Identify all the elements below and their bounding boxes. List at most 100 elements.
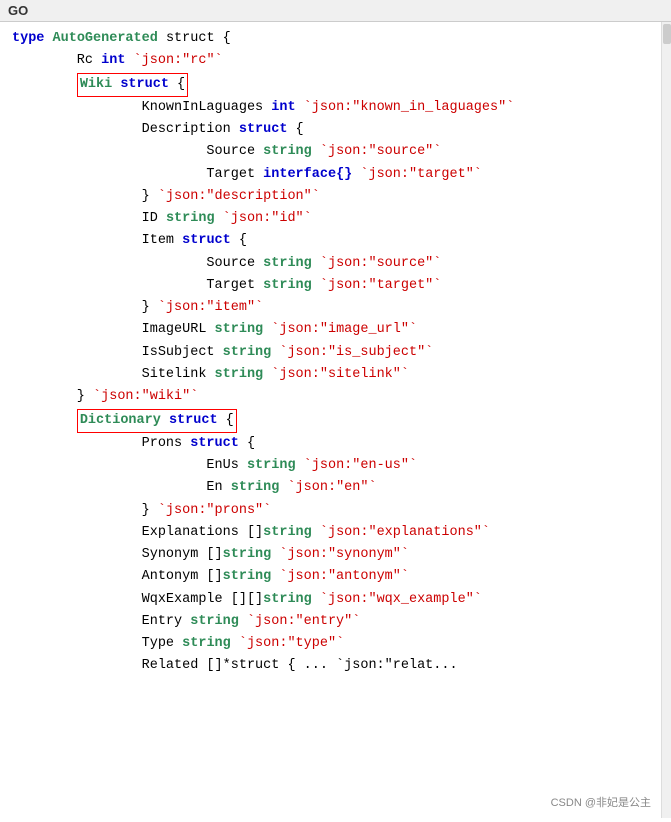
token-json-tag: `json:"id"` bbox=[215, 211, 312, 226]
token-kw: struct bbox=[182, 233, 231, 248]
code-line: Prons struct { bbox=[12, 433, 653, 455]
scrollbar-thumb[interactable] bbox=[663, 24, 671, 44]
token-json-tag: `json:"target"` bbox=[312, 278, 442, 293]
token-field: Type bbox=[12, 636, 182, 651]
token-json-tag: `json:"type"` bbox=[231, 636, 344, 651]
token-field: Explanations [] bbox=[12, 525, 263, 540]
code-line: Rc int `json:"rc"` bbox=[12, 50, 653, 72]
token-field: Entry bbox=[12, 614, 190, 629]
token-json-tag: `json:"en"` bbox=[279, 480, 376, 495]
token-str-type: string bbox=[263, 278, 312, 293]
code-line: ID string `json:"id"` bbox=[12, 208, 653, 230]
token-str-type: string bbox=[215, 367, 264, 382]
token-json-tag: `json:"wqx_example"` bbox=[312, 592, 482, 607]
token-str-type: string bbox=[231, 480, 280, 495]
token-json-tag: `json:"synonym"` bbox=[271, 547, 409, 562]
token-field: { bbox=[231, 233, 247, 248]
token-str-type: string bbox=[223, 345, 272, 360]
code-line: Synonym []string `json:"synonym"` bbox=[12, 544, 653, 566]
token-json-tag: `json:"en-us"` bbox=[296, 458, 418, 473]
code-line: Entry string `json:"entry"` bbox=[12, 611, 653, 633]
token-field: ImageURL bbox=[12, 322, 215, 337]
token-field: ID bbox=[12, 211, 166, 226]
close-brace: } bbox=[12, 189, 158, 204]
token-field: Related []*struct { ... `json:"relat... bbox=[12, 658, 458, 673]
token-str-type: string bbox=[263, 144, 312, 159]
token-field: Sitelink bbox=[12, 367, 215, 382]
token-field: Prons bbox=[12, 436, 190, 451]
code-line: En string `json:"en"` bbox=[12, 477, 653, 499]
close-brace: } bbox=[12, 503, 158, 518]
token-field: { bbox=[287, 122, 303, 137]
token-json-tag: `json:"entry"` bbox=[239, 614, 361, 629]
token-field: IsSubject bbox=[12, 345, 223, 360]
code-line: Source string `json:"source"` bbox=[12, 141, 653, 163]
token-field: Rc bbox=[12, 53, 101, 68]
token-field: EnUs bbox=[12, 458, 247, 473]
token-field: Target bbox=[12, 167, 263, 182]
code-line: } `json:"wiki"` bbox=[12, 386, 653, 408]
token-str-type: string bbox=[223, 569, 272, 584]
token-str-type: string bbox=[263, 256, 312, 271]
token-str-type: string bbox=[166, 211, 215, 226]
token-json-tag: `json:"source"` bbox=[312, 256, 442, 271]
json-tag: `json:"prons"` bbox=[158, 503, 271, 518]
code-line: Explanations []string `json:"explanation… bbox=[12, 522, 653, 544]
token-json-tag: `json:"sitelink"` bbox=[263, 367, 409, 382]
token-field: KnownInLaguages bbox=[12, 100, 271, 115]
code-line: } `json:"prons"` bbox=[12, 500, 653, 522]
token-str-type: string bbox=[223, 547, 272, 562]
token-json-tag: `json:"known_in_laguages"` bbox=[296, 100, 515, 115]
token-field bbox=[12, 413, 77, 428]
highlighted-struct: Wiki struct { bbox=[77, 73, 188, 97]
scrollbar[interactable] bbox=[661, 22, 671, 818]
token-field: Target bbox=[12, 278, 263, 293]
json-tag: `json:"description"` bbox=[158, 189, 320, 204]
token-field: Synonym [] bbox=[12, 547, 223, 562]
token-str-type: string bbox=[263, 525, 312, 540]
struct-keyword: struct bbox=[169, 413, 218, 428]
struct-name: Wiki bbox=[80, 77, 121, 92]
code-line: EnUs string `json:"en-us"` bbox=[12, 455, 653, 477]
token-kw: int bbox=[101, 53, 125, 68]
token-field: WqxExample [][] bbox=[12, 592, 263, 607]
token-field: Item bbox=[12, 233, 182, 248]
token-json-tag: `json:"image_url"` bbox=[263, 322, 417, 337]
token-json-tag: `json:"is_subject"` bbox=[271, 345, 433, 360]
code-line: KnownInLaguages int `json:"known_in_lagu… bbox=[12, 97, 653, 119]
struct-name: Dictionary bbox=[80, 413, 169, 428]
code-line: } `json:"description"` bbox=[12, 186, 653, 208]
token-json-tag: `json:"antonym"` bbox=[271, 569, 409, 584]
code-line: WqxExample [][]string `json:"wqx_example… bbox=[12, 589, 653, 611]
struct-keyword: struct bbox=[120, 77, 169, 92]
code-line: Item struct { bbox=[12, 230, 653, 252]
code-line: Sitelink string `json:"sitelink"` bbox=[12, 364, 653, 386]
token-field: Description bbox=[12, 122, 239, 137]
token-kw: struct bbox=[239, 122, 288, 137]
token-kw: int bbox=[271, 100, 295, 115]
code-line: IsSubject string `json:"is_subject"` bbox=[12, 342, 653, 364]
code-line: Dictionary struct { bbox=[12, 409, 653, 433]
open-brace: { bbox=[218, 413, 234, 428]
token-kw: type bbox=[12, 31, 53, 46]
token-str-type: string bbox=[247, 458, 296, 473]
code-line: Related []*struct { ... `json:"relat... bbox=[12, 655, 653, 677]
token-field: En bbox=[12, 480, 231, 495]
code-line: Target string `json:"target"` bbox=[12, 275, 653, 297]
token-json-tag: `json:"rc"` bbox=[125, 53, 222, 68]
open-brace: { bbox=[169, 77, 185, 92]
token-field: Source bbox=[12, 256, 263, 271]
code-line: Source string `json:"source"` bbox=[12, 253, 653, 275]
code-area: type AutoGenerated struct { Rc int `json… bbox=[0, 22, 661, 818]
token-str-type: string bbox=[190, 614, 239, 629]
token-kw: struct bbox=[190, 436, 239, 451]
token-field: Source bbox=[12, 144, 263, 159]
code-line: Wiki struct { bbox=[12, 73, 653, 97]
json-tag: `json:"item"` bbox=[158, 300, 263, 315]
code-line: Type string `json:"type"` bbox=[12, 633, 653, 655]
close-brace: } bbox=[12, 389, 93, 404]
token-field: Antonym [] bbox=[12, 569, 223, 584]
code-line: Antonym []string `json:"antonym"` bbox=[12, 566, 653, 588]
title-bar: GO bbox=[0, 0, 671, 22]
title-label: GO bbox=[8, 3, 28, 18]
